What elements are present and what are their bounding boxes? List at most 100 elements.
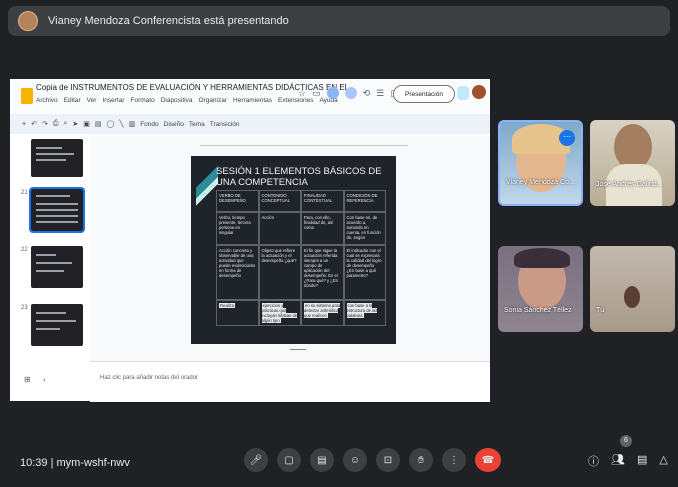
menu-editar[interactable]: Editar [64, 97, 81, 104]
cursor-icon[interactable]: ➤ [72, 120, 78, 128]
emoji-icon[interactable]: ☺ [343, 448, 367, 472]
textbox-icon[interactable]: ▣ [83, 120, 90, 128]
folder-icon[interactable]: ▭ [312, 88, 321, 99]
shared-screen: Copia de INSTRUMENTOS DE EVALUACIÓN Y HE… [10, 79, 490, 402]
present-button[interactable]: Presentación [393, 85, 455, 103]
participant-name: Sonia Sánchez Téllez [504, 307, 572, 314]
menu-herramientas[interactable]: Herramientas [233, 97, 272, 104]
print-icon[interactable]: ⎙ [53, 120, 59, 128]
participant-tile-self[interactable]: Tú [590, 246, 675, 332]
menu-archivo[interactable]: Archivo [36, 97, 58, 104]
presenter-avatar [18, 11, 38, 31]
comment-icon[interactable]: ▥ [129, 120, 136, 128]
zoom-icon[interactable]: ⌕ [63, 120, 67, 128]
user-avatar[interactable] [472, 85, 486, 99]
participant-name: Vianey Mendoza Co... [506, 179, 575, 186]
meeting-code[interactable]: mym-wshf-nwv [57, 457, 130, 469]
menu-ver[interactable]: Ver [87, 97, 97, 104]
captions-icon[interactable]: ▤ [310, 448, 334, 472]
participant-tile-sonia[interactable]: Sonia Sánchez Téllez [498, 246, 583, 332]
shape-icon[interactable]: ◯ [107, 120, 115, 128]
editing-toolbar: + ↶ ↷ ⎙ ⌕ ➤ ▣ ▤ ◯ ╲ ▥ Fondo Diseño Tema … [10, 114, 490, 134]
add-icon[interactable]: + [22, 121, 26, 128]
more-options-icon[interactable]: ⋯ [559, 130, 575, 146]
slide-number: 21 [21, 190, 28, 196]
menu-insertar[interactable]: Insertar [102, 97, 124, 104]
chat-icon[interactable]: ▤ [637, 453, 647, 469]
table-cell: El indicador con el cual se expresará la… [343, 245, 386, 300]
current-slide[interactable]: SESIÓN 1 ELEMENTOS BÁSICOS DE UNA COMPET… [191, 156, 396, 344]
participant-name: Tú [596, 307, 605, 314]
slides-logo-icon[interactable] [21, 88, 33, 104]
highlighted-text: ejercicios y prácticas que incluyan síla… [261, 303, 298, 323]
highlighted-text: Realiza [219, 303, 235, 308]
participant-tile-jose[interactable]: José Andrés Galind... [590, 120, 675, 206]
table-cell: Verbo, tiempo presente, tercera persona … [216, 212, 259, 245]
people-icon[interactable]: 👥︎ [611, 453, 625, 469]
slide-number: 23 [21, 305, 28, 311]
menu-diapositiva[interactable]: Diapositiva [161, 97, 193, 104]
header-icons: ☆ ▭ ⟲ ☰ ▢ [298, 87, 399, 99]
raise-hand-icon[interactable]: ✋︎ [409, 448, 433, 472]
slide-title: SESIÓN 1 ELEMENTOS BÁSICOS DE UNA COMPET… [216, 166, 382, 188]
comments-icon[interactable]: ☰ [376, 88, 384, 99]
end-call-icon[interactable]: ☎︎ [475, 448, 501, 472]
present-screen-icon[interactable]: ⊡ [376, 448, 400, 472]
star-icon[interactable]: ☆ [298, 88, 306, 99]
toolbar-transition[interactable]: Transición [210, 121, 240, 128]
toolbar-theme[interactable]: Tema [189, 121, 205, 128]
table-cell: Con base en, de acuerdo a, tomando en cu… [343, 212, 386, 245]
call-controls: 🎤︎ ▢ ▤ ☺ ⊡ ✋︎ ⋮ ☎︎ [244, 448, 501, 472]
mic-icon[interactable]: 🎤︎ [244, 448, 268, 472]
highlighted-text: en su sistema para detectar aritmética q… [304, 303, 341, 318]
presenter-text: Vianey Mendoza Conferencista está presen… [48, 15, 289, 27]
menu-formato[interactable]: Formato [130, 97, 154, 104]
slide-thumbnail-selected[interactable] [29, 187, 85, 233]
participant-name: José Andrés Galind... [596, 181, 663, 188]
slide-canvas: SESIÓN 1 ELEMENTOS BÁSICOS DE UNA COMPET… [90, 135, 490, 361]
table-header-cell: VERBO DE DESEMPEÑO [216, 190, 259, 212]
competency-table: VERBO DE DESEMPEÑO CONTENIDO CONCEPTUAL … [216, 190, 386, 326]
line-icon[interactable]: ╲ [119, 120, 123, 128]
redo-icon[interactable]: ↷ [42, 120, 48, 128]
more-options-icon[interactable]: ⋮ [442, 448, 466, 472]
participant-video [624, 286, 640, 308]
history-icon[interactable]: ⟲ [363, 88, 371, 99]
activities-icon[interactable]: △ [659, 453, 667, 469]
info-icon[interactable]: ⓘ [588, 453, 599, 469]
participant-hair [514, 248, 570, 268]
menu-organizar[interactable]: Organizar [198, 97, 227, 104]
slide-thumbnail[interactable] [31, 304, 83, 346]
presenter-banner: Vianey Mendoza Conferencista está presen… [8, 6, 670, 36]
meet-status-icon[interactable] [344, 87, 357, 99]
table-header-cell: CONDICIÓN DE REFERENCIA [343, 190, 386, 212]
slide-decoration [196, 159, 218, 209]
share-button[interactable] [457, 86, 469, 100]
menu-bar: Archivo Editar Ver Insertar Formato Diap… [36, 97, 338, 104]
camera-toggle-icon[interactable]: ▢ [277, 448, 301, 472]
participant-tile-vianey[interactable]: ⋯ Vianey Mendoza Co... [498, 120, 583, 206]
table-cell: Acción [258, 212, 301, 245]
present-label: Presentación [405, 90, 443, 98]
meeting-time: 10:39 [20, 457, 48, 469]
table-cell: Objeto que refiere la actuación y el des… [258, 245, 301, 300]
toolbar-background[interactable]: Fondo [140, 121, 158, 128]
notes-placeholder: Haz clic para añadir notas del orador [100, 375, 199, 381]
undo-icon[interactable]: ↶ [31, 120, 37, 128]
slide-thumbnail[interactable] [31, 246, 83, 288]
toolbar-layout[interactable]: Diseño [164, 121, 184, 128]
meeting-controls: 10:39 | mym-wshf-nwv 🎤︎ ▢ ▤ ☺ ⊡ ✋︎ ⋮ ☎︎ … [0, 440, 678, 487]
notes-resize-handle[interactable] [290, 349, 306, 350]
slide-number: 22 [21, 247, 28, 253]
highlighted-text: con base a la estructura de las palabras [346, 303, 378, 318]
slide-filmstrip: 21 22 23 [10, 135, 90, 401]
slide-thumbnail[interactable] [31, 139, 83, 177]
grid-view-icon[interactable]: ⊞ [24, 375, 31, 384]
table-cell: El fin que sigue la actuación referida s… [301, 245, 344, 300]
speaker-notes[interactable]: Haz clic para añadir notas del orador [90, 361, 490, 402]
collapse-icon[interactable]: ‹ [43, 375, 46, 384]
side-panel-controls: ⓘ 👥︎ ▤ △ [588, 453, 668, 469]
table-cell: Para, con ello, finalidad de, así como [301, 212, 344, 245]
drive-status-icon[interactable] [326, 87, 339, 99]
image-icon[interactable]: ▤ [95, 120, 102, 128]
